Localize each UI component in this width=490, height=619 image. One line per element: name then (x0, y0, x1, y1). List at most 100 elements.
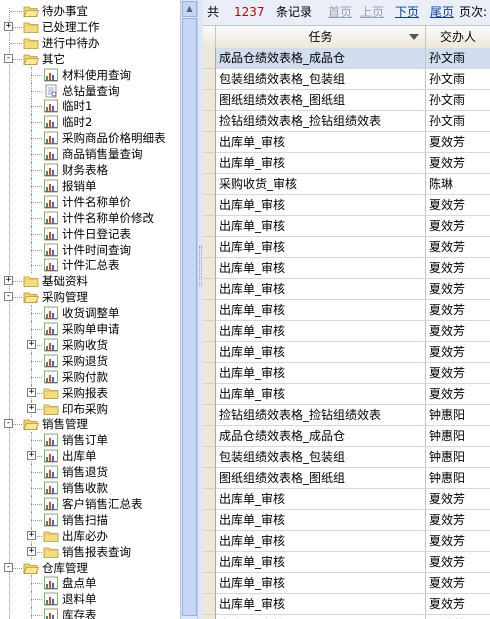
row-header[interactable] (203, 489, 216, 510)
assigner-cell[interactable]: 钟惠阳 (426, 468, 490, 489)
table-row[interactable]: 出库单_审核夏效芳 (203, 489, 490, 510)
column-header-assigner[interactable]: 交办人 (426, 26, 490, 48)
row-header[interactable] (203, 279, 216, 300)
row-header[interactable] (203, 321, 216, 342)
table-row[interactable]: 出库单_审核夏效芳 (203, 510, 490, 531)
tree-item[interactable]: - 仓库管理 (0, 560, 180, 576)
table-row[interactable]: 成品仓绩效表格_成品仓 孙文雨 (203, 48, 490, 69)
collapse-icon[interactable]: - (4, 292, 13, 302)
row-header[interactable] (203, 405, 216, 426)
expand-icon[interactable]: + (4, 21, 13, 31)
assigner-cell[interactable]: 夏效芳 (426, 342, 490, 363)
table-row[interactable]: 出库单_审核夏效芳 (203, 132, 490, 153)
next-page-link[interactable]: 下页 (395, 0, 419, 24)
tree-item[interactable]: - 采购管理 (0, 289, 180, 305)
task-cell[interactable]: 出库单_审核 (216, 237, 426, 258)
last-page-link[interactable]: 尾页 (430, 0, 454, 24)
table-row[interactable]: 出库单_审核夏效芳 (203, 384, 490, 405)
tree-item[interactable]: 报销单 (0, 177, 180, 194)
assigner-cell[interactable]: 钟惠阳 (426, 405, 490, 426)
row-header[interactable] (203, 90, 216, 111)
task-cell[interactable]: 出库单_审核 (216, 321, 426, 342)
expand-icon[interactable]: + (27, 339, 36, 349)
row-header[interactable] (203, 552, 216, 573)
tree-item[interactable]: + 销售报表查询 (0, 543, 180, 560)
row-header[interactable] (203, 363, 216, 384)
tree-item[interactable]: + 采购收货 (0, 336, 180, 353)
row-header[interactable] (203, 237, 216, 258)
row-header[interactable] (203, 447, 216, 468)
tree-item[interactable]: 商品销售量查询 (0, 146, 180, 163)
row-header[interactable] (203, 384, 216, 405)
tree-item[interactable]: 采购单申请 (0, 321, 180, 337)
collapse-icon[interactable]: - (4, 562, 13, 572)
scroll-up-arrow-icon[interactable]: ▲ (182, 1, 197, 17)
table-row[interactable]: 出库单_审核夏效芳 (203, 342, 490, 363)
task-cell[interactable]: 成品仓绩效表格_成品仓 (216, 48, 426, 69)
row-header[interactable] (203, 615, 216, 619)
table-row[interactable]: 出库单_审核夏效芳 (203, 237, 490, 258)
assigner-cell[interactable]: 夏效芳 (426, 384, 490, 405)
tree-item[interactable]: 计件汇总表 (0, 257, 180, 274)
prev-page-link[interactable]: 上页 (360, 0, 384, 24)
row-header[interactable] (203, 531, 216, 552)
assigner-cell[interactable]: 夏效芳 (426, 594, 490, 615)
assigner-cell[interactable]: 钟惠阳 (426, 447, 490, 468)
assigner-cell[interactable]: 夏效芳 (426, 552, 490, 573)
tree-item[interactable]: 计件日登记表 (0, 225, 180, 242)
row-header[interactable] (203, 153, 216, 174)
tree-item[interactable]: 收货调整单 (0, 305, 180, 322)
task-cell[interactable]: 出库单_审核 (216, 195, 426, 216)
row-header[interactable] (203, 48, 216, 69)
task-cell[interactable]: 包装组绩效表格_包装组 (216, 447, 426, 468)
assigner-cell[interactable]: 夏效芳 (426, 195, 490, 216)
task-cell[interactable]: 出库单_审核 (216, 384, 426, 405)
table-row[interactable]: 出库单_审核夏效芳 (203, 216, 490, 237)
assigner-cell[interactable]: 夏效芳 (426, 153, 490, 174)
collapse-icon[interactable]: - (4, 419, 13, 429)
assigner-cell[interactable]: 孙文雨 (426, 90, 490, 111)
task-cell[interactable]: 图纸组绩效表格_图纸组 (216, 468, 426, 489)
tree-item[interactable]: + 已处理工作 (0, 19, 180, 35)
task-cell[interactable]: 出库单_审核 (216, 573, 426, 594)
tree-item[interactable]: 待办事宜 (0, 3, 180, 19)
tree-item[interactable]: 计件名称单价 (0, 193, 180, 210)
task-cell[interactable]: 出库单_审核 (216, 510, 426, 531)
task-cell[interactable]: 成品仓绩效表格_成品仓 (216, 426, 426, 447)
assigner-cell[interactable]: 夏效芳 (426, 258, 490, 279)
assigner-cell[interactable]: 夏效芳 (426, 573, 490, 594)
tree-item[interactable]: - 其它 (0, 51, 180, 67)
table-row[interactable]: 出库单_审核夏效芳 (203, 594, 490, 615)
table-row[interactable]: 出库单_审核夏效芳 (203, 153, 490, 174)
table-row[interactable]: 采购收货_审核 陈琳 (203, 174, 490, 195)
assigner-cell[interactable]: 夏效芳 (426, 300, 490, 321)
expand-icon[interactable]: + (27, 403, 36, 413)
table-row[interactable]: 图纸组绩效表格_图纸组 孙文雨 (203, 90, 490, 111)
expand-icon[interactable]: + (4, 276, 13, 286)
row-header[interactable] (203, 195, 216, 216)
table-row[interactable]: 出库单_审核夏效芳 (203, 279, 490, 300)
tree-item[interactable]: 总钻量查询 (0, 82, 180, 99)
row-header[interactable] (203, 510, 216, 531)
column-header-task[interactable]: 任务 (216, 26, 426, 48)
tree-item[interactable]: 盘点单 (0, 575, 180, 592)
table-row[interactable]: 出库单_审核夏效芳 (203, 195, 490, 216)
task-cell[interactable]: 捡钻组绩效表格_捡钻组绩效表 (216, 405, 426, 426)
table-row[interactable]: 出库单_审核夏效芳 (203, 531, 490, 552)
task-cell[interactable]: 采购收货_审核 (216, 174, 426, 195)
tree-item[interactable]: 销售退货 (0, 464, 180, 481)
tree-item[interactable]: + 出库必办 (0, 527, 180, 544)
task-cell[interactable]: 出库单_审核 (216, 489, 426, 510)
table-row[interactable]: 出库单_审核夏效芳 (203, 321, 490, 342)
task-cell[interactable]: 图纸组绩效表格_图纸组 (216, 90, 426, 111)
tree-item[interactable]: 计件名称单价修改 (0, 209, 180, 226)
collapse-icon[interactable]: - (4, 53, 13, 63)
assigner-cell[interactable]: 夏效芳 (426, 279, 490, 300)
assigner-cell[interactable]: 孙文雨 (426, 111, 490, 132)
assigner-cell[interactable]: 夏效芳 (426, 363, 490, 384)
task-cell[interactable]: 出库单_审核 (216, 342, 426, 363)
task-cell[interactable]: 出库单_审核 (216, 531, 426, 552)
tree-item[interactable]: 库存表 (0, 607, 180, 619)
assigner-cell[interactable]: 夏效芳 (426, 132, 490, 153)
tree-item[interactable]: 临时1 (0, 98, 180, 115)
